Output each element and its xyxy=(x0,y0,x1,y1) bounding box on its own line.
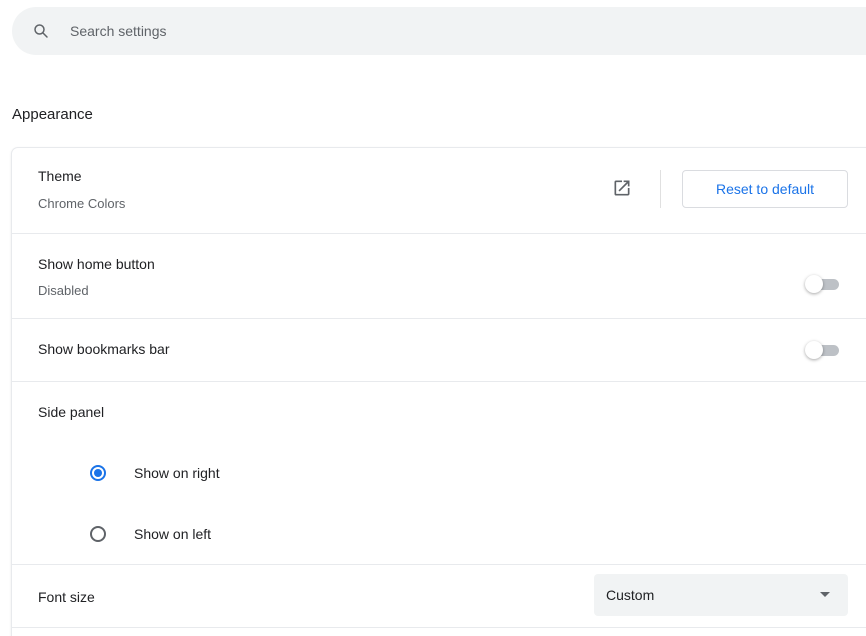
home-button-status: Disabled xyxy=(38,283,89,298)
font-size-row: Font size Custom xyxy=(12,564,866,627)
home-button-toggle[interactable] xyxy=(805,275,839,293)
font-size-select[interactable]: Custom xyxy=(594,574,848,616)
font-size-label: Font size xyxy=(38,589,95,605)
home-button-row[interactable]: Show home button Disabled xyxy=(12,233,866,318)
bookmarks-bar-row[interactable]: Show bookmarks bar xyxy=(12,318,866,381)
side-panel-row: Side panel Show on right Show on left xyxy=(12,381,866,564)
radio-button-show-on-left[interactable] xyxy=(90,526,106,542)
radio-label-show-on-right: Show on right xyxy=(134,465,220,481)
home-button-label: Show home button xyxy=(38,256,155,272)
appearance-card: Theme Chrome Colors Reset to default Sho… xyxy=(12,148,866,636)
reset-to-default-button[interactable]: Reset to default xyxy=(682,170,848,208)
toggle-knob xyxy=(805,275,823,293)
next-row xyxy=(12,627,866,636)
settings-page: Appearance Theme Chrome Colors Reset to … xyxy=(0,0,866,636)
search-input[interactable] xyxy=(70,7,770,55)
font-size-select-value: Custom xyxy=(606,587,655,603)
theme-label: Theme xyxy=(38,168,82,184)
radio-label-show-on-left: Show on left xyxy=(134,526,212,542)
vertical-separator xyxy=(660,170,661,208)
bookmarks-bar-label: Show bookmarks bar xyxy=(38,341,170,357)
section-title-appearance: Appearance xyxy=(12,106,93,123)
radio-option-show-on-left[interactable]: Show on left xyxy=(12,514,866,554)
radio-option-show-on-right[interactable]: Show on right xyxy=(12,453,866,493)
search-icon xyxy=(34,24,48,38)
bookmarks-bar-toggle[interactable] xyxy=(805,341,839,359)
caret-down-icon xyxy=(820,592,830,597)
radio-button-show-on-right[interactable] xyxy=(90,465,106,481)
theme-row: Theme Chrome Colors Reset to default xyxy=(12,148,866,232)
theme-value: Chrome Colors xyxy=(38,196,126,211)
toggle-knob xyxy=(805,341,823,359)
side-panel-label: Side panel xyxy=(38,404,105,420)
open-in-new-icon[interactable] xyxy=(612,178,632,198)
search-bar[interactable] xyxy=(12,7,866,55)
